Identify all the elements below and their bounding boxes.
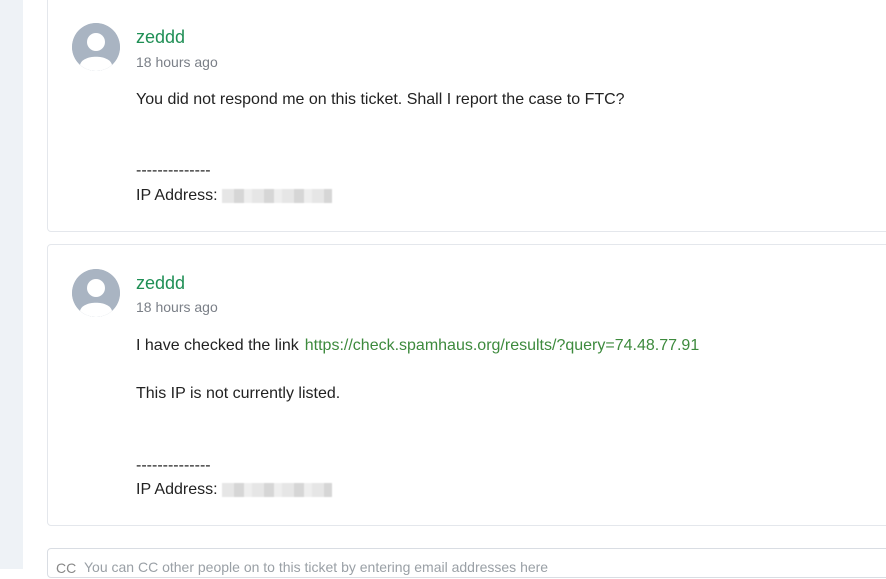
signature-separator: --------------	[136, 162, 211, 179]
redacted-ip-value	[221, 482, 332, 497]
comment-author[interactable]: zeddd	[136, 26, 185, 48]
cc-email-input[interactable]	[82, 555, 866, 579]
link-prefix: I have checked the link	[136, 337, 299, 354]
left-rail	[0, 0, 23, 569]
ip-address-label: IP Address:	[136, 187, 218, 204]
ip-address-line: IP Address:	[136, 186, 332, 206]
comment-author[interactable]: zeddd	[136, 272, 185, 294]
cc-field-container: CC	[47, 548, 886, 579]
comment-time: 18 hours ago	[136, 54, 218, 70]
ip-address-label: IP Address:	[136, 481, 218, 498]
spamhaus-link[interactable]: https://check.spamhaus.org/results/?quer…	[305, 337, 699, 354]
ip-address-line: IP Address:	[136, 480, 332, 500]
comment-card: zeddd 18 hours ago I have checked the li…	[47, 244, 886, 526]
comment-card: zeddd 18 hours ago You did not respond m…	[47, 0, 886, 232]
user-avatar-icon	[72, 23, 120, 71]
user-avatar-icon	[72, 269, 120, 317]
comment-body-link-line: I have checked the link https://check.spa…	[136, 336, 699, 356]
comment-body: You did not respond me on this ticket. S…	[136, 91, 625, 108]
cc-label: CC	[56, 560, 77, 576]
comment-time: 18 hours ago	[136, 299, 218, 315]
signature-separator: --------------	[136, 457, 211, 474]
redacted-ip-value	[221, 188, 332, 203]
comment-body: This IP is not currently listed.	[136, 385, 341, 402]
